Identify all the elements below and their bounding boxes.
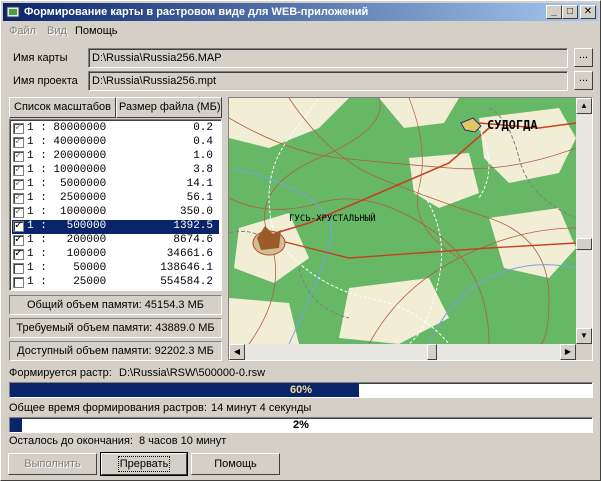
scale-row[interactable]: ✓ 1 : 10000000 3.8 bbox=[12, 164, 219, 178]
map-name-label: Имя карты bbox=[13, 52, 68, 64]
scale-row[interactable]: ✓ 1 : 2500000 56.1 bbox=[12, 192, 219, 206]
file-size-value: 3.8 bbox=[193, 164, 213, 176]
minimize-button[interactable]: _ bbox=[546, 5, 562, 19]
header-scales[interactable]: Список масштабов bbox=[9, 97, 116, 118]
scale-value: 1 : 100000 bbox=[27, 248, 107, 260]
raster-progress-bar: 60% bbox=[9, 382, 593, 398]
map-vertical-scrollbar[interactable]: ▲ ▼ bbox=[576, 98, 592, 344]
file-size-value: 0.2 bbox=[193, 122, 213, 134]
scroll-corner bbox=[576, 344, 592, 360]
scale-row[interactable]: ✓ 1 : 100000 34661.6 bbox=[12, 248, 219, 262]
scale-value: 1 : 80000000 bbox=[27, 122, 107, 134]
scale-value: 1 : 500000 bbox=[27, 220, 107, 232]
header-file-size[interactable]: Размер файла (МБ) bbox=[116, 97, 222, 118]
file-size-value: 34661.6 bbox=[166, 248, 213, 260]
file-size-value: 0.4 bbox=[193, 136, 213, 148]
file-size-value: 8674.6 bbox=[173, 234, 213, 246]
scale-value: 1 : 5000000 bbox=[27, 178, 107, 190]
scroll-right-button[interactable]: ▶ bbox=[560, 344, 576, 360]
title-bar: Формирование карты в растровом виде для … bbox=[3, 3, 598, 21]
scale-row[interactable]: ✓ 1 : 20000000 1.0 bbox=[12, 150, 219, 164]
scroll-left-button[interactable]: ◀ bbox=[229, 344, 245, 360]
scale-row[interactable]: 1 : 50000 138646.1 bbox=[12, 262, 219, 276]
scale-value: 1 : 10000000 bbox=[27, 164, 107, 176]
browse-project-button[interactable]: ... bbox=[574, 71, 593, 90]
project-name-label: Имя проекта bbox=[13, 75, 78, 87]
file-size-value: 56.1 bbox=[186, 192, 213, 204]
project-name-field[interactable]: D:\Russia\Russia256.mpt bbox=[88, 71, 568, 91]
scale-checkbox[interactable] bbox=[13, 277, 24, 288]
file-size-value: 554584.2 bbox=[160, 276, 213, 288]
raster-path: D:\Russia\RSW\500000-0.rsw bbox=[119, 367, 266, 379]
total-time-value: 14 минут 4 секунды bbox=[211, 402, 312, 414]
file-size-value: 350.0 bbox=[179, 206, 213, 218]
scale-checkbox[interactable]: ✓ bbox=[13, 193, 24, 204]
scale-value: 1 : 20000000 bbox=[27, 150, 107, 162]
scale-checkbox[interactable] bbox=[13, 263, 24, 274]
map-canvas[interactable]: СУДОГДА ГУСЬ-ХРУСТАЛЬНЫЙ bbox=[229, 98, 576, 344]
file-size-value: 1392.5 bbox=[173, 220, 213, 232]
vertical-scroll-thumb[interactable] bbox=[576, 238, 592, 250]
map-horizontal-scrollbar[interactable]: ◀ ▶ bbox=[229, 344, 576, 360]
scale-row[interactable]: ✓ 1 : 500000 1392.5 bbox=[12, 220, 219, 234]
remaining-label: Осталось до окончания: bbox=[9, 435, 133, 447]
main-window: Формирование карты в растровом виде для … bbox=[0, 0, 601, 481]
map-label-city1: СУДОГДА bbox=[487, 118, 538, 132]
scale-checkbox[interactable]: ✓ bbox=[13, 165, 24, 176]
scale-value: 1 : 50000 bbox=[27, 262, 107, 274]
menu-view[interactable]: Вид bbox=[47, 25, 67, 37]
map-label-city2: ГУСЬ-ХРУСТАЛЬНЫЙ bbox=[289, 212, 376, 224]
scale-checkbox[interactable]: ✓ bbox=[13, 249, 24, 260]
map-name-field[interactable]: D:\Russia\Russia256.MAP bbox=[88, 48, 568, 68]
help-button[interactable]: Помощь bbox=[191, 453, 280, 475]
raster-label: Формируется растр: bbox=[9, 367, 112, 379]
menu-help[interactable]: Помощь bbox=[75, 25, 118, 37]
scroll-down-button[interactable]: ▼ bbox=[576, 328, 592, 344]
remaining-value: 8 часов 10 минут bbox=[139, 435, 227, 447]
scale-checkbox[interactable]: ✓ bbox=[13, 235, 24, 246]
horizontal-scroll-thumb[interactable] bbox=[427, 344, 437, 360]
window-title: Формирование карты в растровом виде для … bbox=[24, 6, 369, 18]
file-size-value: 1.0 bbox=[193, 150, 213, 162]
browse-map-button[interactable]: ... bbox=[574, 48, 593, 67]
total-memory: Общий объем памяти: 45154.3 МБ bbox=[9, 295, 222, 315]
map-preview[interactable]: СУДОГДА ГУСЬ-ХРУСТАЛЬНЫЙ ▲ ▼ ◀ ▶ bbox=[228, 97, 593, 361]
scale-value: 1 : 2500000 bbox=[27, 192, 107, 204]
scale-checkbox[interactable]: ✓ bbox=[13, 123, 24, 134]
required-memory: Требуемый объем памяти: 43889.0 МБ bbox=[9, 318, 222, 338]
scroll-up-button[interactable]: ▲ bbox=[576, 98, 592, 114]
scale-row[interactable]: 1 : 25000 554584.2 bbox=[12, 276, 219, 290]
scale-row[interactable]: ✓ 1 : 40000000 0.4 bbox=[12, 136, 219, 150]
scale-row[interactable]: ✓ 1 : 80000000 0.2 bbox=[12, 122, 219, 136]
maximize-button[interactable]: □ bbox=[562, 5, 578, 19]
close-button[interactable]: ✕ bbox=[580, 5, 596, 19]
scale-value: 1 : 200000 bbox=[27, 234, 107, 246]
scale-checkbox[interactable]: ✓ bbox=[13, 221, 24, 232]
scale-checkbox[interactable]: ✓ bbox=[13, 151, 24, 162]
scales-list[interactable]: ✓ 1 : 80000000 0.2 ✓ 1 : 40000000 0.4 ✓ 1 : 200… bbox=[9, 119, 222, 291]
abort-button-label: Прервать bbox=[117, 456, 171, 472]
menu-file[interactable]: Файл bbox=[9, 25, 36, 37]
scale-value: 1 : 40000000 bbox=[27, 136, 107, 148]
total-time-label: Общее время формирования растров: bbox=[9, 402, 207, 414]
abort-button[interactable]: Прервать bbox=[100, 452, 188, 476]
scale-value: 1 : 1000000 bbox=[27, 206, 107, 218]
scale-checkbox[interactable]: ✓ bbox=[13, 137, 24, 148]
app-icon bbox=[6, 6, 20, 18]
total-progress-bar: 2% bbox=[9, 417, 593, 433]
file-size-value: 138646.1 bbox=[160, 262, 213, 274]
run-button[interactable]: Выполнить bbox=[8, 453, 97, 475]
scale-checkbox[interactable]: ✓ bbox=[13, 179, 24, 190]
scale-checkbox[interactable]: ✓ bbox=[13, 207, 24, 218]
total-progress-text: 2% bbox=[293, 419, 309, 431]
scale-row[interactable]: ✓ 1 : 1000000 350.0 bbox=[12, 206, 219, 220]
file-size-value: 14.1 bbox=[186, 178, 213, 190]
scale-value: 1 : 25000 bbox=[27, 276, 107, 288]
scale-row[interactable]: ✓ 1 : 5000000 14.1 bbox=[12, 178, 219, 192]
available-memory: Доступный объем памяти: 92202.3 МБ bbox=[9, 341, 222, 361]
scale-row[interactable]: ✓ 1 : 200000 8674.6 bbox=[12, 234, 219, 248]
raster-progress-text: 60% bbox=[289, 384, 313, 396]
